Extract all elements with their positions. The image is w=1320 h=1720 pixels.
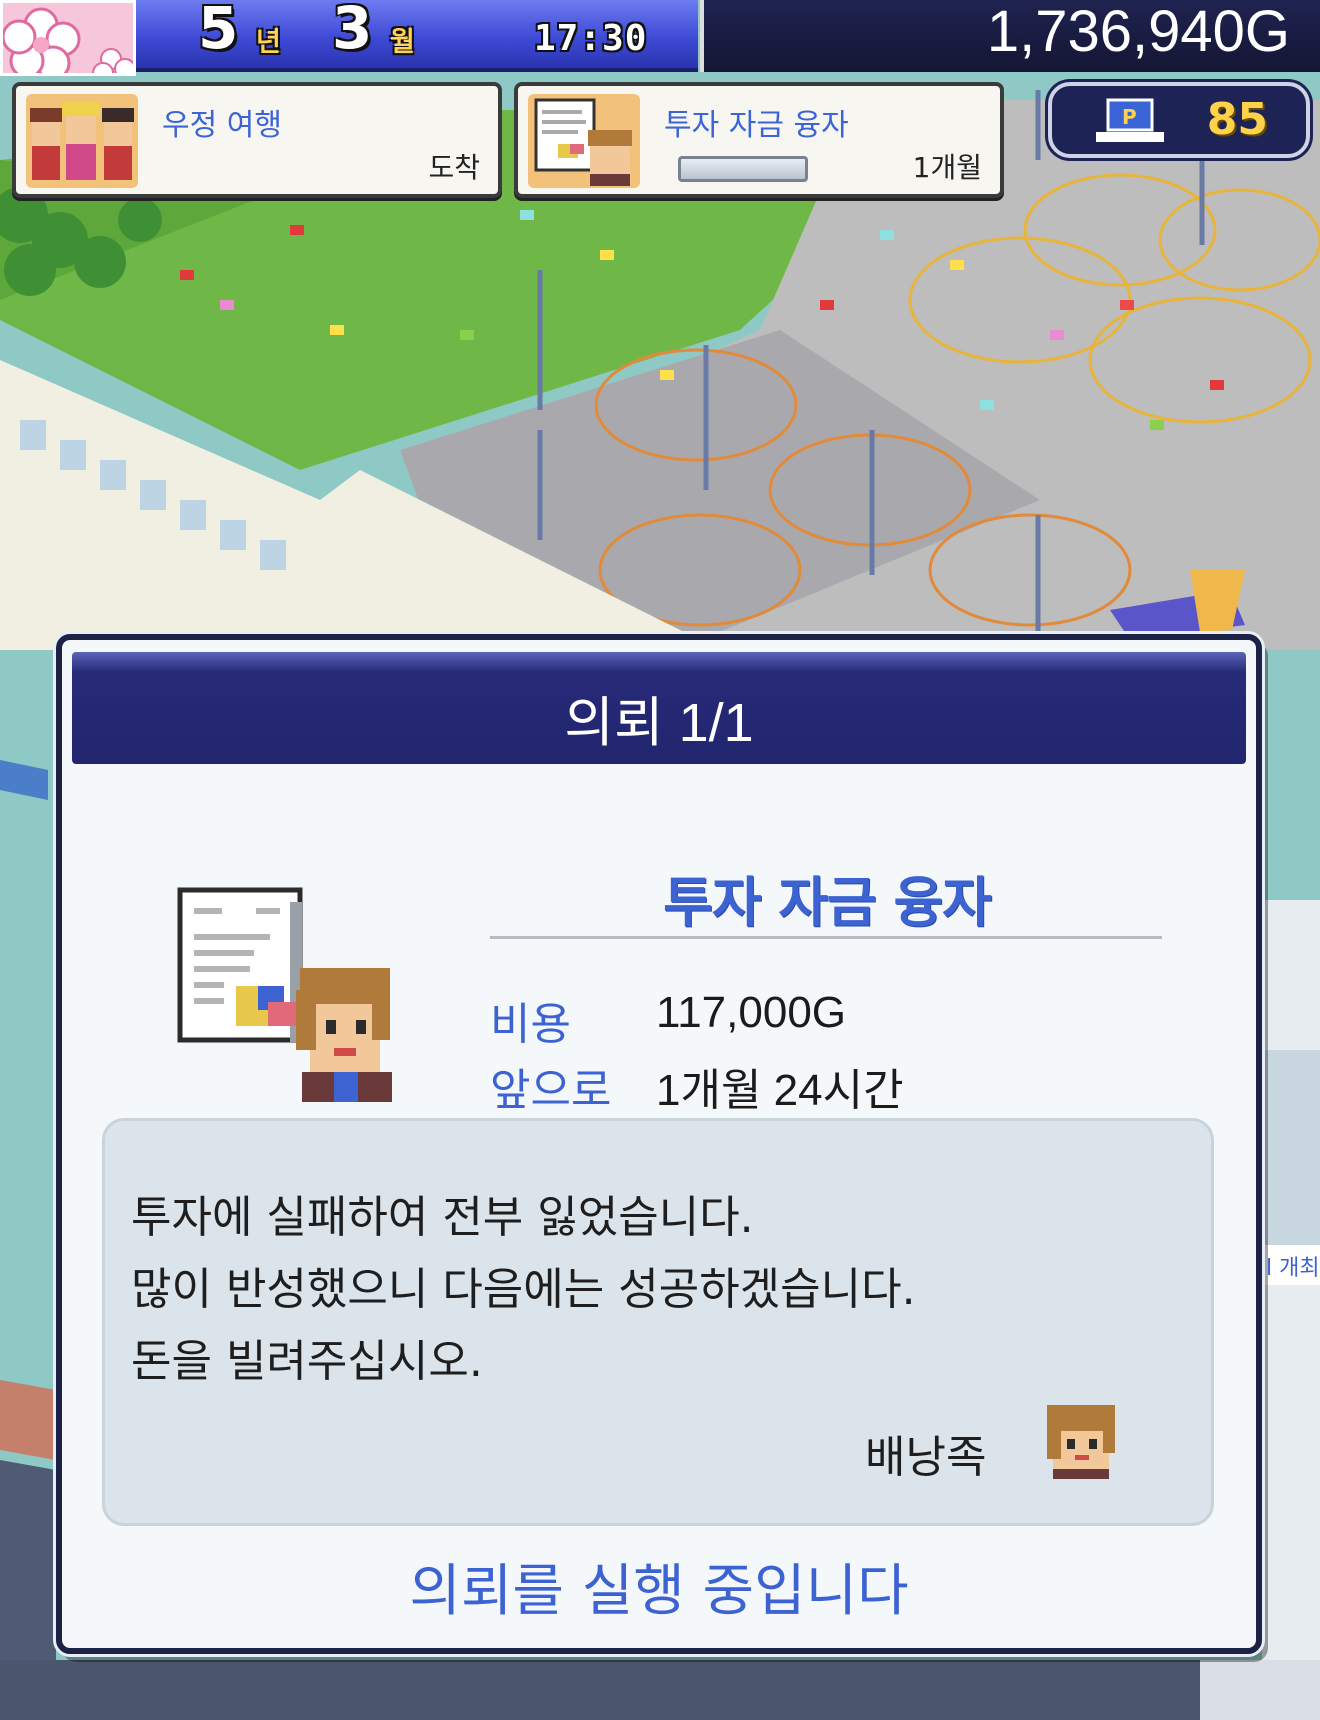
notice-friendship-trip[interactable]: 우정 여행 도착 bbox=[12, 82, 502, 198]
notice-status: 도착 bbox=[428, 151, 480, 184]
remaining-label: 앞으로 bbox=[490, 1065, 612, 1116]
message-line: 돈을 빌려주십시오. bbox=[131, 1336, 483, 1387]
notice-title: 투자 자금 융자 bbox=[664, 108, 849, 143]
notice-progress-bar bbox=[678, 156, 808, 182]
month-unit: 월 bbox=[390, 27, 415, 58]
cost-value: 117,000G bbox=[656, 988, 847, 1037]
request-divider bbox=[490, 936, 1162, 939]
top-hud: 5 년 3 월 17:30 1,736,940G bbox=[0, 0, 1320, 76]
season-tile bbox=[0, 0, 136, 76]
notice-title: 우정 여행 bbox=[162, 108, 282, 143]
sign-fragment: l 개최 bbox=[1266, 1256, 1320, 1281]
message-line: 투자에 실패하여 전부 잃었습니다. bbox=[131, 1192, 754, 1243]
points-badge[interactable]: P 85 bbox=[1048, 82, 1310, 158]
sender-name: 배낭족 bbox=[865, 1432, 987, 1483]
cherry-blossom-icon bbox=[3, 7, 133, 73]
request-dialog[interactable]: 의뢰 1/1 투자 자금 융자 비용 117,000G 앞으로 1개월 24시간… bbox=[56, 634, 1262, 1654]
money-value: 1,736,940G bbox=[986, 0, 1290, 64]
request-message-box: 투자에 실패하여 전부 잃었습니다. 많이 반성했으니 다음에는 성공하겠습니다… bbox=[102, 1118, 1214, 1526]
document-chart-icon bbox=[528, 94, 640, 188]
laptop-points-icon: P bbox=[1096, 98, 1164, 142]
document-with-person-icon bbox=[177, 887, 392, 1102]
game-clock: 17:30 bbox=[534, 18, 648, 59]
points-value: 85 bbox=[1206, 94, 1268, 145]
date-panel: 5 년 3 월 17:30 bbox=[136, 0, 698, 72]
money-panel: 1,736,940G bbox=[700, 0, 1320, 72]
remaining-value: 1개월 24시간 bbox=[656, 1066, 904, 1115]
month-value: 3 bbox=[332, 0, 373, 62]
backpacker-avatar-icon bbox=[1047, 1405, 1115, 1479]
message-line: 많이 반성했으니 다음에는 성공하겠습니다. bbox=[131, 1264, 916, 1315]
svg-text:P: P bbox=[1122, 105, 1137, 129]
dialog-title: 의뢰 1/1 bbox=[564, 693, 754, 753]
request-status: 의뢰를 실행 중입니다 bbox=[409, 1559, 909, 1624]
request-name: 투자 자금 융자 bbox=[663, 871, 992, 934]
notice-status: 1개월 bbox=[912, 151, 982, 184]
notice-investment-loan[interactable]: 투자 자금 융자 1개월 bbox=[514, 82, 1004, 198]
cost-label: 비용 bbox=[490, 999, 571, 1050]
travel-group-icon bbox=[26, 94, 138, 188]
dialog-header: 의뢰 1/1 bbox=[72, 652, 1246, 764]
year-value: 5 bbox=[198, 0, 239, 62]
year-unit: 년 bbox=[256, 27, 281, 58]
